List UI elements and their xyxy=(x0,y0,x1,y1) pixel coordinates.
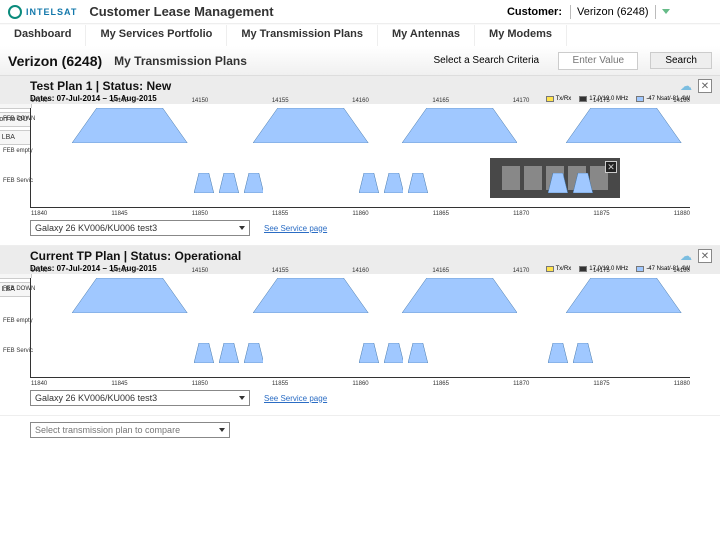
axis-tick: 14145 xyxy=(111,268,128,274)
cloud-icon[interactable]: ☁ xyxy=(680,79,692,93)
compare-section: Select transmission plan to compare xyxy=(30,422,690,438)
row-label: FEB DOWN xyxy=(3,286,35,292)
axis-tick: 14170 xyxy=(513,268,530,274)
tab-transmission-plans[interactable]: My Transmission Plans xyxy=(227,25,378,46)
brand-logo: INTELSAT xyxy=(0,5,85,19)
axis-tick: 11845 xyxy=(111,381,127,387)
axis-tick: 14160 xyxy=(352,98,369,104)
tab-services[interactable]: My Services Portfolio xyxy=(86,25,227,46)
plan-title: Current TP Plan | Status: Operational xyxy=(30,249,690,263)
axis-tick: 11855 xyxy=(272,211,288,217)
customer-label: Customer: xyxy=(507,6,570,18)
close-icon[interactable]: ✕ xyxy=(698,249,712,263)
context-customer: Verizon (6248) xyxy=(8,53,102,69)
plan-title: Test Plan 1 | Status: New xyxy=(30,79,690,93)
brand-text: INTELSAT xyxy=(26,7,77,17)
axis-tick: 11860 xyxy=(352,381,368,387)
context-bar: Verizon (6248) My Transmission Plans Sel… xyxy=(0,46,720,76)
app-header: INTELSAT Customer Lease Management Custo… xyxy=(0,0,720,24)
axis-tick: 14155 xyxy=(272,268,289,274)
axis-tick: 14145 xyxy=(111,98,128,104)
see-service-link[interactable]: See Service page xyxy=(264,394,327,403)
search-input[interactable] xyxy=(558,52,638,70)
axis-tick: 14180 xyxy=(673,98,690,104)
axis-tick: 11850 xyxy=(192,381,208,387)
axis-tick: 11840 xyxy=(31,211,47,217)
chart-bottom-axis: 11840 11845 11850 11855 11860 11865 1187… xyxy=(31,381,690,387)
close-icon[interactable]: ✕ xyxy=(605,161,617,173)
plan-block-2: uplicate xport to OU un LBA Current TP P… xyxy=(0,246,720,416)
chevron-down-icon xyxy=(239,396,245,400)
axis-tick: 14150 xyxy=(192,98,209,104)
context-section: My Transmission Plans xyxy=(114,54,414,68)
axis-tick: 14140 xyxy=(31,98,48,104)
search-button[interactable]: Search xyxy=(650,52,712,69)
run-lba-button[interactable]: un LBA xyxy=(0,130,32,145)
satellite-select[interactable]: Galaxy 26 KV006/KU006 test3 xyxy=(30,220,250,236)
main-tabs: Dashboard My Services Portfolio My Trans… xyxy=(0,24,720,46)
chart-bottom-axis: 11840 11845 11850 11855 11860 11865 1187… xyxy=(31,211,690,217)
satellite-select[interactable]: Galaxy 26 KV006/KU006 test3 xyxy=(30,390,250,406)
tab-dashboard[interactable]: Dashboard xyxy=(0,25,86,46)
axis-tick: 14165 xyxy=(432,268,449,274)
search-criteria-select[interactable]: Select a Search Criteria xyxy=(426,55,546,66)
axis-tick: 11875 xyxy=(593,211,609,217)
thumbnail-icon xyxy=(502,166,520,190)
axis-tick: 14155 xyxy=(272,98,289,104)
axis-tick: 11865 xyxy=(433,211,449,217)
chevron-down-icon xyxy=(662,9,670,14)
spectrum-chart-1: Tx/Rx 17.0/19.0 MHz -47 Nsat/-81.4W 1414… xyxy=(30,108,690,208)
plan-footer: Galaxy 26 KV006/KU006 test3 See Service … xyxy=(30,390,690,406)
axis-tick: 11870 xyxy=(513,381,529,387)
axis-tick: 11865 xyxy=(433,381,449,387)
axis-tick: 14175 xyxy=(593,268,610,274)
customer-value: Verizon (6248) xyxy=(577,6,649,18)
compare-plan-select[interactable]: Select transmission plan to compare xyxy=(30,422,230,438)
axis-tick: 14175 xyxy=(593,98,610,104)
divider-icon xyxy=(655,5,656,19)
axis-tick: 14170 xyxy=(513,98,530,104)
axis-tick: 11870 xyxy=(513,211,529,217)
plan-footer: Galaxy 26 KV006/KU006 test3 See Service … xyxy=(30,220,690,236)
axis-tick: 11850 xyxy=(192,211,208,217)
select-placeholder: Select transmission plan to compare xyxy=(35,425,180,435)
row-label: FEB Servic xyxy=(3,178,33,184)
axis-tick: 14150 xyxy=(192,268,209,274)
divider-icon xyxy=(570,5,571,19)
globe-ring-icon xyxy=(8,5,22,19)
spectrum-chart-2: Tx/Rx 17.0/19.0 MHz -47 Nsat/-81.4W 1414… xyxy=(30,278,690,378)
chart-top-axis: 14140 14145 14150 14155 14160 14165 1417… xyxy=(31,98,690,104)
axis-tick: 11845 xyxy=(111,211,127,217)
axis-tick: 11855 xyxy=(272,381,288,387)
customer-select[interactable]: Verizon (6248) xyxy=(570,5,720,19)
chart-top-axis: 14140 14145 14150 14155 14160 14165 1417… xyxy=(31,268,690,274)
row-label: FEB empty xyxy=(3,318,33,324)
tab-modems[interactable]: My Modems xyxy=(475,25,567,46)
axis-tick: 14180 xyxy=(673,268,690,274)
tab-antennas[interactable]: My Antennas xyxy=(378,25,475,46)
axis-tick: 11840 xyxy=(31,381,47,387)
axis-tick: 14165 xyxy=(432,98,449,104)
chevron-down-icon xyxy=(239,226,245,230)
plan-block-1: uplicate elete xport to OU un LBA Test P… xyxy=(0,76,720,246)
chevron-down-icon xyxy=(219,428,225,432)
axis-tick: 11880 xyxy=(674,211,690,217)
axis-tick: 14160 xyxy=(352,268,369,274)
axis-tick: 11880 xyxy=(674,381,690,387)
axis-tick: 11860 xyxy=(352,211,368,217)
select-value: Galaxy 26 KV006/KU006 test3 xyxy=(35,393,157,403)
axis-tick: 14140 xyxy=(31,268,48,274)
axis-tick: 11875 xyxy=(593,381,609,387)
row-label: FEB DOWN xyxy=(3,116,35,122)
thumbnail-icon xyxy=(524,166,542,190)
select-value: Galaxy 26 KV006/KU006 test3 xyxy=(35,223,157,233)
see-service-link[interactable]: See Service page xyxy=(264,224,327,233)
cloud-icon[interactable]: ☁ xyxy=(680,249,692,263)
close-icon[interactable]: ✕ xyxy=(698,79,712,93)
app-title: Customer Lease Management xyxy=(85,4,507,19)
row-label: FEB empty xyxy=(3,148,33,154)
row-label: FEB Servic xyxy=(3,348,33,354)
